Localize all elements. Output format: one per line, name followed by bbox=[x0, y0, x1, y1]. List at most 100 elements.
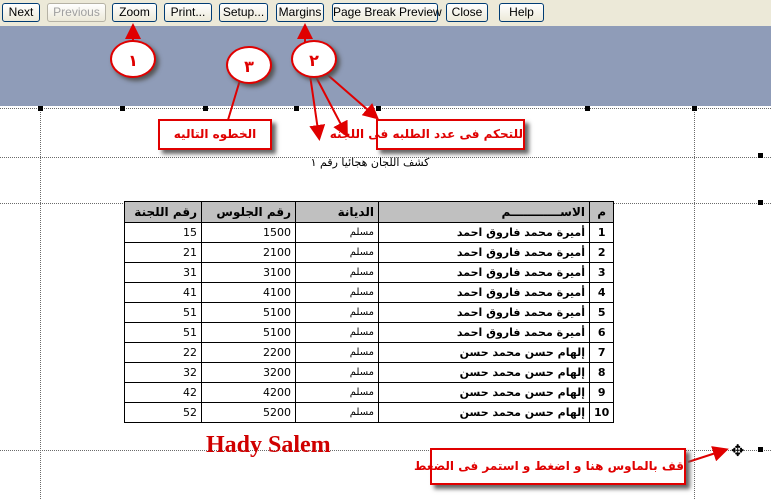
margin-handle[interactable] bbox=[758, 447, 763, 452]
margin-handle[interactable] bbox=[38, 106, 43, 111]
cell-committee: 52 bbox=[124, 402, 202, 423]
control-students-callout: للتحكم فى عدد الطلبه فى اللجنه bbox=[330, 119, 525, 150]
cell-seat: 5100 bbox=[201, 302, 296, 323]
top-margin-line[interactable] bbox=[0, 108, 771, 109]
page-clip bbox=[120, 424, 620, 434]
cell-name: أميرة محمد فاروق احمد bbox=[378, 242, 590, 263]
step-1-badge: ١ bbox=[110, 40, 156, 78]
cell-seat: 5200 bbox=[201, 402, 296, 423]
cell-religion: مسلم bbox=[295, 262, 379, 283]
cell-religion: مسلم bbox=[295, 222, 379, 243]
right-margin-line[interactable] bbox=[694, 106, 695, 499]
cell-committee: 42 bbox=[124, 382, 202, 403]
next-button[interactable]: Next bbox=[2, 3, 40, 22]
cell-name: إلهام حسن محمد حسن bbox=[378, 342, 590, 363]
help-button[interactable]: Help bbox=[499, 3, 544, 22]
cell-committee: 51 bbox=[124, 322, 202, 343]
drag-hint-callout: قف بالماوس هنا و اضغط و استمر فى الضغط bbox=[414, 448, 686, 485]
cell-name: أميرة محمد فاروق احمد bbox=[378, 282, 590, 303]
table-row: 15 1500 مسلم أميرة محمد فاروق احمد 1 bbox=[124, 222, 615, 243]
cell-num: 2 bbox=[588, 242, 615, 263]
header-religion: الديانة bbox=[295, 201, 379, 223]
margins-button[interactable]: Margins bbox=[276, 3, 324, 22]
table-row: 52 5200 مسلم إلهام حسن محمد حسن 10 bbox=[124, 402, 615, 423]
cell-num: 7 bbox=[588, 342, 615, 363]
cell-seat: 3200 bbox=[201, 362, 296, 383]
cell-committee: 21 bbox=[124, 242, 202, 263]
header-name: الاســــــــــــم bbox=[378, 201, 590, 223]
cell-committee: 32 bbox=[124, 362, 202, 383]
cell-name: إلهام حسن محمد حسن bbox=[378, 362, 590, 383]
cell-num: 10 bbox=[588, 402, 615, 423]
table-header-row: رقم اللجنة رقم الجلوس الديانة الاســــــ… bbox=[124, 201, 615, 223]
table-row: 42 4200 مسلم إلهام حسن محمد حسن 9 bbox=[124, 382, 615, 403]
cell-seat: 4100 bbox=[201, 282, 296, 303]
margin-handle[interactable] bbox=[692, 106, 697, 111]
column-handle[interactable] bbox=[203, 106, 208, 111]
print-button[interactable]: Print... bbox=[164, 3, 212, 22]
header-num: م bbox=[588, 201, 615, 223]
cell-num: 9 bbox=[588, 382, 615, 403]
step-2-badge: ٢ bbox=[291, 40, 337, 78]
cell-committee: 15 bbox=[124, 222, 202, 243]
previous-button[interactable]: Previous bbox=[47, 3, 106, 22]
close-button[interactable]: Close bbox=[446, 3, 488, 22]
column-handle[interactable] bbox=[376, 106, 381, 111]
cell-name: أميرة محمد فاروق احمد bbox=[378, 262, 590, 283]
table-row: 41 4100 مسلم أميرة محمد فاروق احمد 4 bbox=[124, 282, 615, 303]
cell-religion: مسلم bbox=[295, 362, 379, 383]
cell-seat: 1500 bbox=[201, 222, 296, 243]
table-row: 21 2100 مسلم أميرة محمد فاروق احمد 2 bbox=[124, 242, 615, 263]
cell-committee: 41 bbox=[124, 282, 202, 303]
cell-num: 3 bbox=[588, 262, 615, 283]
table-row: 51 5100 مسلم أميرة محمد فاروق احمد 5 bbox=[124, 302, 615, 323]
header-committee: رقم اللجنة bbox=[124, 201, 202, 223]
next-step-callout: الخطوه التاليه bbox=[158, 119, 272, 150]
cell-num: 8 bbox=[588, 362, 615, 383]
left-margin-line[interactable] bbox=[40, 106, 41, 499]
zoom-button[interactable]: Zoom bbox=[112, 3, 157, 22]
print-preview-toolbar: Next Previous Zoom Print... Setup... Mar… bbox=[0, 0, 771, 26]
cell-num: 5 bbox=[588, 302, 615, 323]
header-seat: رقم الجلوس bbox=[201, 201, 296, 223]
cell-seat: 4200 bbox=[201, 382, 296, 403]
cell-name: أميرة محمد فاروق احمد bbox=[378, 302, 590, 323]
cell-name: إلهام حسن محمد حسن bbox=[378, 402, 590, 423]
cell-name: أميرة محمد فاروق احمد bbox=[378, 322, 590, 343]
table-row: 31 3100 مسلم أميرة محمد فاروق احمد 3 bbox=[124, 262, 615, 283]
setup-button[interactable]: Setup... bbox=[219, 3, 268, 22]
cell-religion: مسلم bbox=[295, 282, 379, 303]
cell-committee: 22 bbox=[124, 342, 202, 363]
page-break-preview-button[interactable]: Page Break Preview bbox=[332, 3, 442, 22]
cell-seat: 2100 bbox=[201, 242, 296, 263]
step-3-badge: ٣ bbox=[226, 46, 272, 84]
cell-seat: 2200 bbox=[201, 342, 296, 363]
table-row: 32 3200 مسلم إلهام حسن محمد حسن 8 bbox=[124, 362, 615, 383]
cell-seat: 3100 bbox=[201, 262, 296, 283]
cell-religion: مسلم bbox=[295, 242, 379, 263]
cell-committee: 51 bbox=[124, 302, 202, 323]
cell-religion: مسلم bbox=[295, 302, 379, 323]
report-title: كشف اللجان هجائيا رقم ١ bbox=[310, 156, 430, 169]
cell-religion: مسلم bbox=[295, 322, 379, 343]
cell-religion: مسلم bbox=[295, 402, 379, 423]
margin-handle[interactable] bbox=[758, 153, 763, 158]
cell-religion: مسلم bbox=[295, 342, 379, 363]
table-row: 51 5100 مسلم أميرة محمد فاروق احمد 6 bbox=[124, 322, 615, 343]
cell-num: 4 bbox=[588, 282, 615, 303]
table-row: 22 2200 مسلم إلهام حسن محمد حسن 7 bbox=[124, 342, 615, 363]
cell-committee: 31 bbox=[124, 262, 202, 283]
resize-cross-icon[interactable]: ✥ bbox=[731, 441, 744, 460]
cell-seat: 5100 bbox=[201, 322, 296, 343]
margin-handle[interactable] bbox=[758, 200, 763, 205]
cell-religion: مسلم bbox=[295, 382, 379, 403]
cell-num: 6 bbox=[588, 322, 615, 343]
column-handle[interactable] bbox=[294, 106, 299, 111]
committee-table: رقم اللجنة رقم الجلوس الديانة الاســــــ… bbox=[124, 201, 615, 423]
signature: Hady Salem bbox=[206, 432, 331, 458]
cell-name: أميرة محمد فاروق احمد bbox=[378, 222, 590, 243]
cell-num: 1 bbox=[588, 222, 615, 243]
column-handle[interactable] bbox=[585, 106, 590, 111]
column-handle[interactable] bbox=[120, 106, 125, 111]
cell-name: إلهام حسن محمد حسن bbox=[378, 382, 590, 403]
